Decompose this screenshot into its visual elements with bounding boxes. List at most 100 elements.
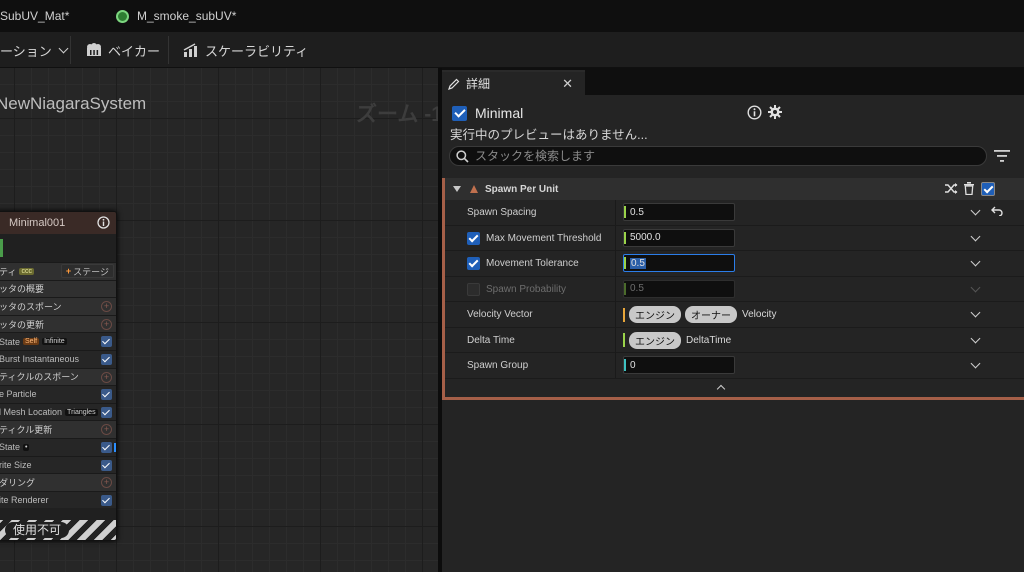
editor-toolbar: ーション ベイカー スケーラビリティ [0,32,1024,68]
info-icon[interactable] [747,105,762,120]
pin-type-indicator [623,307,625,322]
delta-time-binding[interactable]: エンジン DeltaTime [623,331,731,349]
selected-object-row: Minimal [452,104,523,122]
node-row-properties[interactable]: ティ ccc + ステージ [0,262,116,280]
menu-dropdown[interactable]: ーション [0,32,69,68]
chevron-down-icon[interactable] [970,333,981,343]
module-enable-checkbox[interactable] [101,353,112,365]
chevron-down-icon[interactable] [970,358,981,369]
pin-type-indicator [623,333,625,347]
module-enable-checkbox[interactable] [101,494,112,506]
property-label: Max Movement Threshold [486,232,602,244]
node-row-sprite-size[interactable]: rite Size [0,455,116,474]
add-module-icon[interactable]: + [101,318,112,330]
movement-tolerance-field[interactable]: 0.5 [623,254,735,272]
gear-icon[interactable] [767,104,783,120]
reset-to-default-icon[interactable] [991,206,1003,216]
chevron-up-icon[interactable] [716,384,726,393]
chevron-down-icon[interactable] [970,205,981,216]
spawn-spacing-field[interactable]: 0.5 [623,203,735,221]
baker-icon [87,43,101,56]
module-enable-checkbox[interactable] [101,441,112,453]
node-row-mesh-location[interactable]: l Mesh Location Triangles [0,402,116,421]
node-row-particle-update[interactable]: ティクル更新 + [0,420,116,438]
chevron-down-icon[interactable] [970,307,981,318]
baker-button[interactable]: ベイカー [86,32,160,68]
object-enabled-checkbox[interactable] [452,105,467,121]
property-label: Velocity Vector [467,309,533,320]
tab-label: SubUV_Mat* [0,9,70,23]
node-row-sprite-renderer[interactable]: ite Renderer [0,490,116,509]
module-header[interactable]: Spawn Per Unit [445,178,1024,200]
spawn-probability-field[interactable]: 0.5 [623,279,735,298]
node-row-particle-spawn[interactable]: ティクルのスポーン + [0,367,116,386]
property-enable-checkbox[interactable] [467,257,480,270]
add-module-icon[interactable]: + [101,301,112,313]
node-tag: Triangles [65,408,98,416]
system-title: NewNiagaraSystem [0,94,147,113]
node-row-spawn-burst[interactable]: Burst Instantaneous [0,349,116,368]
module-enabled-checkbox[interactable] [981,182,995,196]
namespace-pill: オーナー [685,306,737,323]
selected-object-name: Minimal [475,105,524,121]
property-row-velocity-vector: Velocity Vector エンジン オーナー Velocity [445,302,1024,328]
property-enable-checkbox[interactable] [467,231,480,245]
node-row-particle-state[interactable]: State • [0,437,116,456]
details-panel: 詳細 ✕ Minimal 実行中のプレビューはありません... スタックを検索し… [442,68,1024,572]
filter-icon[interactable] [994,150,1010,162]
stack-search-box[interactable] [449,146,987,166]
max-movement-threshold-field[interactable]: 5000.0 [623,228,735,247]
spawn-group-field[interactable]: 0 [623,356,735,374]
shuffle-icon[interactable] [945,183,958,194]
search-icon [456,149,469,163]
emitter-node-header[interactable]: Minimal001 [0,212,116,234]
node-row-initialize-particle[interactable]: e Particle [0,385,116,403]
property-enable-checkbox[interactable] [467,282,480,296]
info-icon[interactable] [97,216,110,229]
tab-m-smoke-subuv[interactable]: M_smoke_subUV* [116,0,236,32]
close-icon[interactable]: ✕ [562,76,573,92]
tab-details[interactable]: 詳細 ✕ [442,70,585,95]
add-module-icon[interactable]: + [101,424,112,436]
property-label: Movement Tolerance [486,258,579,269]
chevron-down-icon[interactable] [970,231,981,241]
property-label: Spawn Probability [486,283,567,295]
scalability-icon [183,43,197,57]
baker-label: ベイカー [108,43,161,59]
module-icon [470,185,478,193]
chevron-down-icon[interactable] [970,282,981,292]
trash-icon[interactable] [963,182,975,195]
velocity-vector-binding[interactable]: エンジン オーナー Velocity [623,306,776,323]
emitter-node[interactable]: Minimal001 ティ ccc + ステージ ッタの概要 ッタのスポーン + ッ… [0,211,117,541]
add-module-icon[interactable]: + [101,371,112,383]
property-row-spawn-group: Spawn Group 0 [445,353,1024,379]
add-module-icon[interactable]: + [101,477,112,489]
property-row-spawn-spacing: Spawn Spacing 0.5 [445,200,1024,226]
module-enable-checkbox[interactable] [101,406,112,418]
scalability-button[interactable]: スケーラビリティ [183,32,308,68]
node-row-emitter-state[interactable]: State Self Infinite [0,332,116,350]
stack-search-input[interactable] [475,149,955,163]
property-label: Spawn Spacing [467,207,537,218]
module-enable-checkbox[interactable] [101,336,112,348]
tab-subuv-mat[interactable]: SubUV_Mat* [0,0,69,32]
node-row-summary[interactable]: ッタの概要 [0,279,116,298]
collapse-advanced-row[interactable] [445,379,1024,397]
pencil-icon [448,78,460,90]
add-stage-button[interactable]: + ステージ [60,264,114,278]
state-dot-icon: • [23,443,30,451]
module-enable-checkbox[interactable] [101,459,112,471]
disabled-label: 使用不可 [5,522,70,538]
material-icon [116,9,129,23]
toolbar-divider [70,36,71,64]
chevron-down-icon[interactable] [970,256,981,267]
system-graph-canvas[interactable]: NewNiagaraSystem ズーム -1 Minimal001 ティ cc… [0,68,438,572]
selection-indicator [114,442,116,452]
node-row-emitter-update[interactable]: ッタの更新 + [0,314,116,333]
module-enable-checkbox[interactable] [101,389,112,401]
node-row-render[interactable]: ダリング + [0,473,116,491]
scalability-label: スケーラビリティ [205,43,309,59]
properties-badge-icon: ccc [19,267,34,275]
collapse-triangle-icon[interactable] [453,186,461,192]
node-row-emitter-spawn[interactable]: ッタのスポーン + [0,297,116,315]
